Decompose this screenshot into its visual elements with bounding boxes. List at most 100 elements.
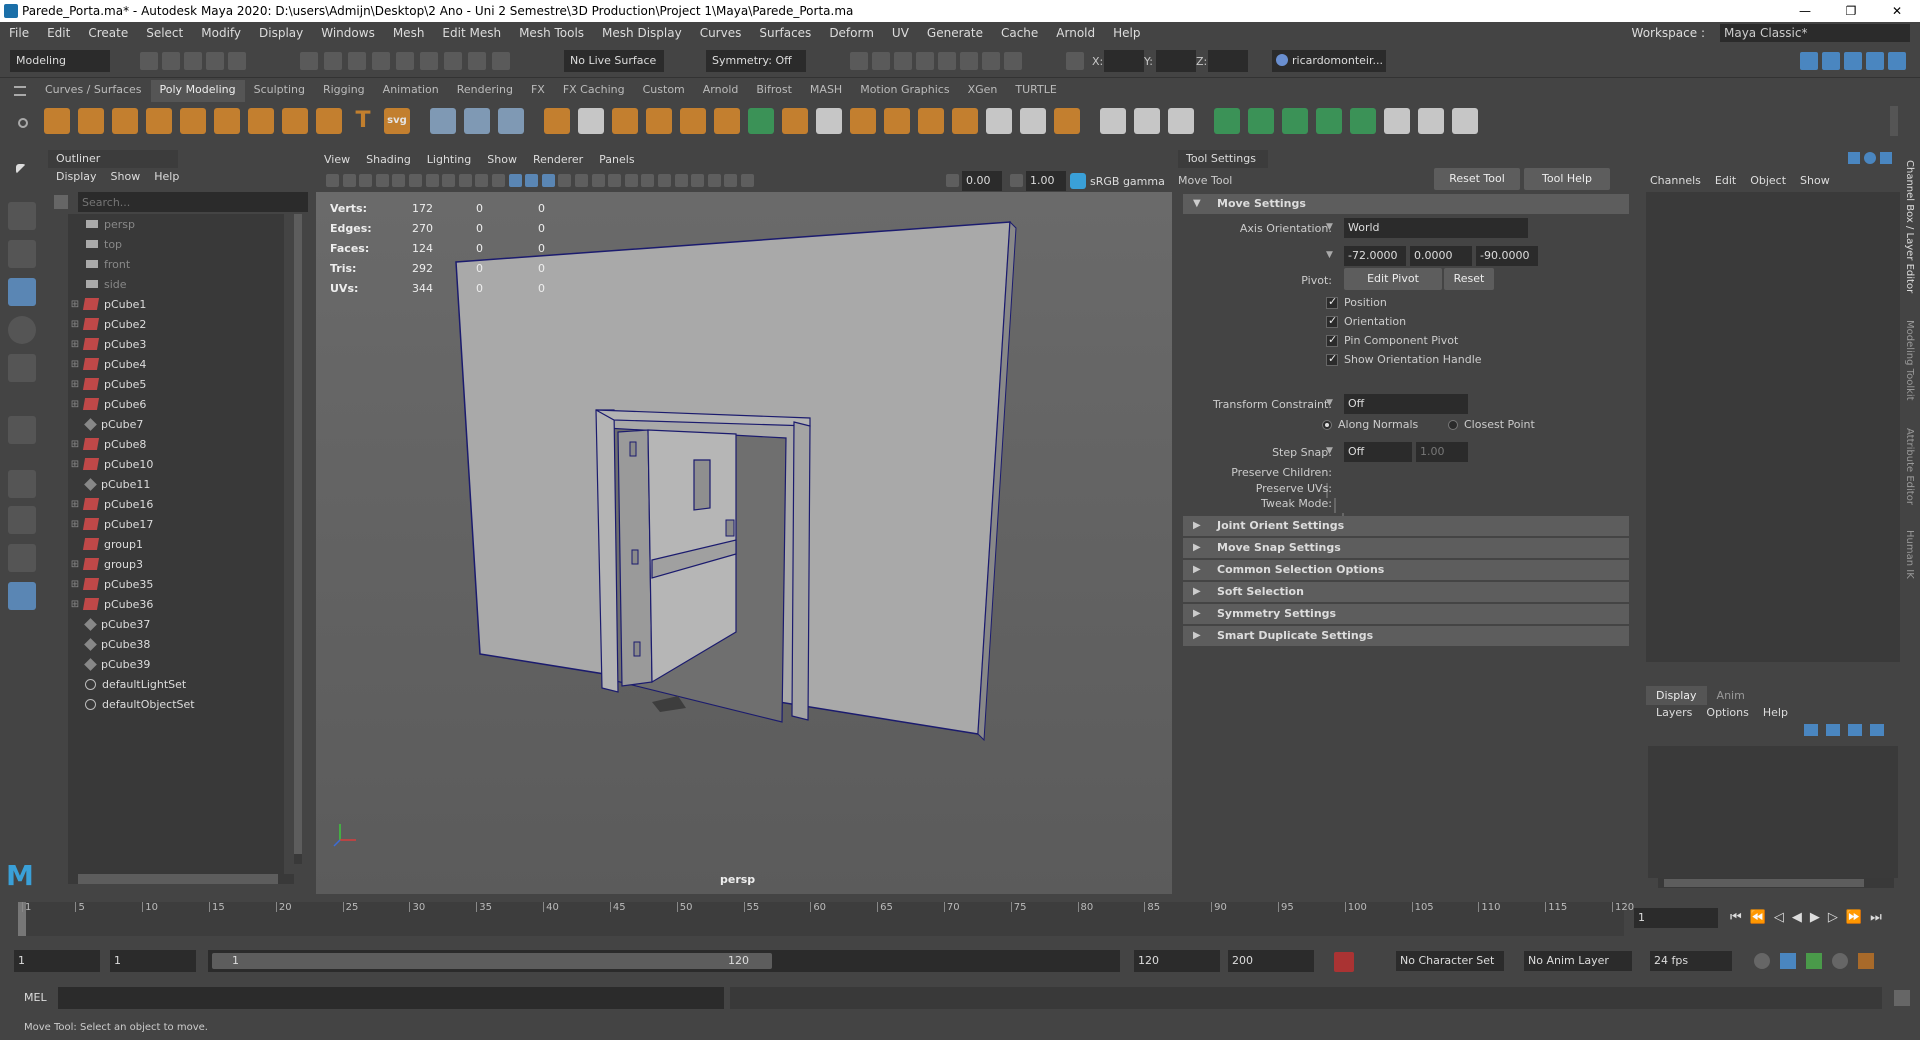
crease-icon[interactable] [1418,108,1444,134]
closest-point-radio[interactable]: Closest Point [1448,418,1535,431]
channel-menu-object[interactable]: Object [1750,174,1786,187]
quad-draw-icon[interactable] [1214,108,1240,134]
shelf-tab-sculpting[interactable]: Sculpting [245,80,314,102]
menu-deform[interactable]: Deform [820,26,883,40]
rotate-z-field[interactable]: -90.0000 [1476,246,1538,266]
xray-joints-icon[interactable] [724,174,738,187]
shelf-tab-arnold[interactable]: Arnold [694,80,748,102]
menu-modify[interactable]: Modify [192,26,250,40]
checkbox-show-orientation-handle[interactable]: Show Orientation Handle [1326,352,1482,366]
outliner-item[interactable]: ⊞ pCube4 [68,354,284,374]
anim-layer-dropdown[interactable]: No Anim Layer [1524,951,1632,971]
outliner-item[interactable]: defaultObjectSet [68,694,284,714]
fill-hole-icon[interactable] [884,108,910,134]
save-scene-icon[interactable] [184,52,202,70]
along-normals-radio[interactable]: Along Normals [1322,418,1418,431]
loop-icon[interactable] [1754,953,1770,969]
outliner-vertical-scrollbar[interactable] [294,214,302,864]
select-uv-icon[interactable] [430,108,456,134]
outliner-item[interactable]: ⊞ pCube8 [68,434,284,454]
menu-mesh[interactable]: Mesh [384,26,434,40]
viewport-menu-lighting[interactable]: Lighting [419,150,479,170]
z-field[interactable] [1208,50,1248,72]
grab-tool-icon[interactable] [1384,108,1410,134]
menu-set-dropdown[interactable]: Modeling [10,50,110,72]
select-hierarchy-icon[interactable] [300,52,318,70]
script-editor-icon[interactable] [1894,990,1910,1006]
extract-icon[interactable] [612,108,638,134]
frame-soft-selection[interactable]: ▶ Soft Selection [1183,582,1629,602]
safe-action-icon[interactable] [475,174,489,187]
default-material-icon[interactable] [558,174,572,187]
attribute-editor-icon[interactable] [1864,152,1876,164]
use-all-lights-icon[interactable] [591,174,605,187]
bridge-edge-icon[interactable] [986,108,1012,134]
gamma-icon[interactable] [1010,174,1023,187]
shelf-tab-animation[interactable]: Animation [374,80,448,102]
time-ruler[interactable]: 1 5 10 15 20 25 30 35 40 45 50 55 60 65 70 75 80 85 90 95 10… [18,902,1634,936]
append-polygon-icon[interactable] [850,108,876,134]
sculpt-tool-icon[interactable] [1282,108,1308,134]
outliner-item[interactable]: ⊞ pCube36 [68,594,284,614]
preserve-uvs-checkbox[interactable] [1334,498,1336,513]
outliner-menu-display[interactable]: Display [56,170,97,183]
shelf-tab-bifrost[interactable]: Bifrost [747,80,801,102]
tool-help-button[interactable]: Tool Help [1524,168,1610,190]
side-tab-human-ik[interactable]: Human IK [1904,530,1915,579]
light-editor-icon[interactable] [960,52,978,70]
channel-menu-edit[interactable]: Edit [1715,174,1736,187]
shelf-tab-turtle[interactable]: TURTLE [1006,80,1065,102]
menu-arnold[interactable]: Arnold [1047,26,1104,40]
expand-icon[interactable]: ⊞ [68,399,82,410]
color-space-label[interactable]: sRGB gamma [1090,175,1165,188]
outliner-item[interactable]: side [68,274,284,294]
new-scene-icon[interactable] [140,52,158,70]
ipr-render-icon[interactable] [872,52,890,70]
xray-icon[interactable] [707,174,721,187]
outliner-item[interactable]: ⊞ pCube3 [68,334,284,354]
extrude-icon[interactable] [782,108,808,134]
expand-icon[interactable]: ⊞ [68,339,82,350]
wedge-icon[interactable] [952,108,978,134]
viewport-menu-renderer[interactable]: Renderer [525,150,591,170]
poly-cube-icon[interactable] [78,108,104,134]
image-plane-icon[interactable] [375,174,389,187]
ambient-occlusion-icon[interactable] [624,174,638,187]
exposure-icon[interactable] [946,174,959,187]
move-layer-down-icon[interactable] [1826,724,1840,736]
safe-title-icon[interactable] [492,174,505,187]
snap-curve-icon[interactable] [396,52,414,70]
multi-cut-icon[interactable] [1100,108,1126,134]
bevel-icon[interactable] [816,108,842,134]
playback-speed-icon[interactable] [1832,953,1848,969]
render-settings-icon[interactable] [894,52,912,70]
checkbox-pin-component-pivot[interactable]: Pin Component Pivot [1326,333,1458,347]
cache-playback-icon[interactable] [1780,953,1796,969]
merge-icon[interactable] [1054,108,1080,134]
expand-icon[interactable]: ⊞ [68,359,82,370]
menu-create[interactable]: Create [79,26,137,40]
tool-settings-toggle-icon[interactable] [1844,52,1862,70]
uv-editor-icon[interactable] [464,108,490,134]
play-backward-icon[interactable]: ◀ [1792,910,1802,925]
menu-surfaces[interactable]: Surfaces [750,26,820,40]
scale-tool-icon[interactable] [8,354,36,382]
film-gate-icon[interactable] [409,174,422,187]
boolean-icon[interactable] [680,108,706,134]
menu-display[interactable]: Display [250,26,312,40]
layer-scrollbar[interactable] [1658,878,1894,888]
anti-aliasing-icon[interactable] [658,174,671,187]
menu-cache[interactable]: Cache [992,26,1047,40]
shelf-tab-rendering[interactable]: Rendering [448,80,522,102]
rotate-y-field[interactable]: 0.0000 [1410,246,1472,266]
shelf-menu-icon[interactable] [14,86,26,96]
isolate-select-icon[interactable] [691,174,705,187]
modeling-toolkit-icon[interactable] [1800,52,1818,70]
rotate-x-field[interactable]: -72.0000 [1344,246,1406,266]
shelf-settings-icon[interactable] [18,118,28,128]
expand-icon[interactable]: ⊞ [68,499,82,510]
depth-of-field-icon[interactable] [674,174,688,187]
make-live-icon[interactable] [492,52,510,70]
type-tool-icon[interactable]: T [350,108,376,134]
frame-joint-orient-settings[interactable]: ▶ Joint Orient Settings [1183,516,1629,536]
